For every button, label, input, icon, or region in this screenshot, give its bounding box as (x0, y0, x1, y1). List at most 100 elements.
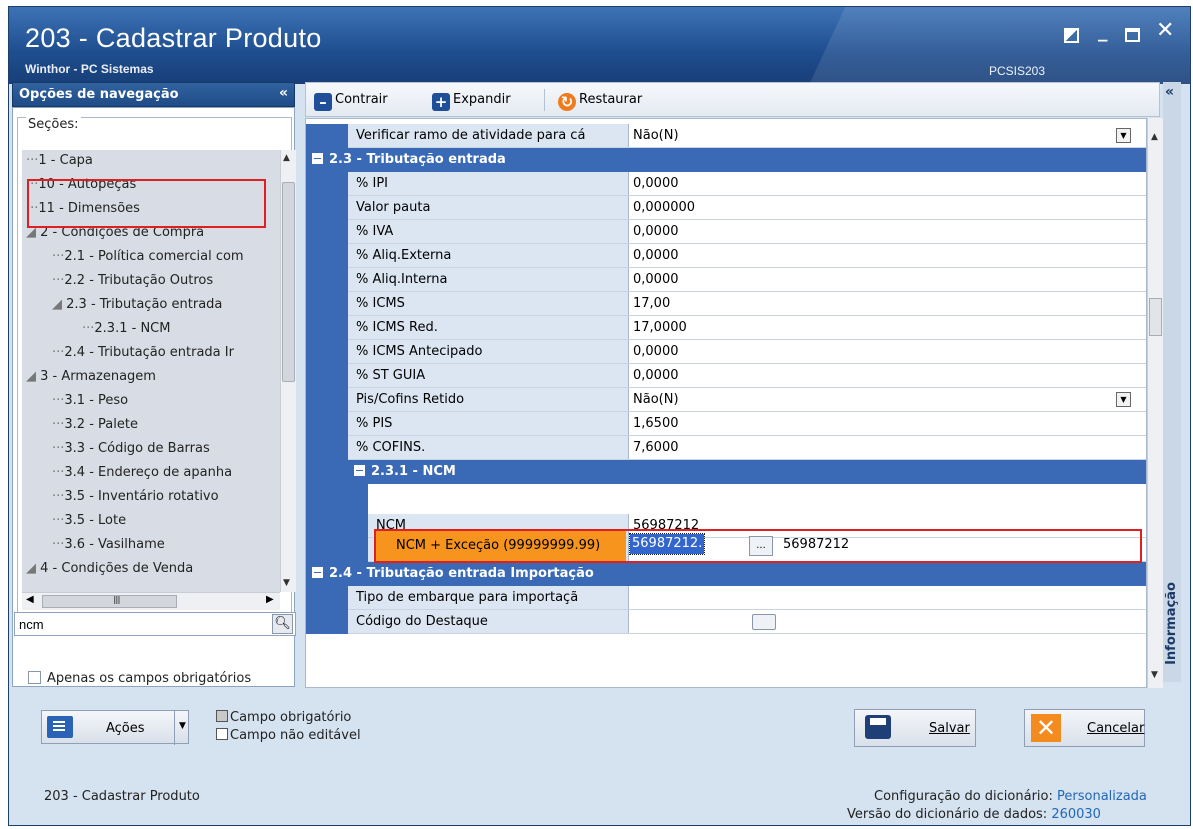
scroll-up-icon[interactable]: ▲ (283, 153, 290, 163)
save-button[interactable]: Salvar (854, 709, 976, 747)
expandir-button[interactable]: + Expandir (432, 92, 511, 111)
tree-vertical-scrollbar[interactable]: ▲ ▼ (280, 150, 296, 592)
row-gutter (306, 292, 348, 316)
property-value[interactable]: Não(N) (628, 388, 1146, 412)
restore-icon: ↻ (558, 93, 576, 111)
tree-item[interactable]: ···3.3 - Código de Barras (52, 438, 210, 460)
property-value[interactable]: 0,0000 (628, 268, 1146, 292)
maximize-button[interactable] (1125, 28, 1140, 42)
dropdown-arrow-icon[interactable]: ▼ (1116, 128, 1131, 143)
acoes-button[interactable]: Ações ▼ (41, 710, 189, 745)
property-label: Pis/Cofins Retido (348, 388, 628, 412)
lookup-button[interactable] (752, 614, 776, 630)
tree-line-icon: ··· (52, 465, 65, 480)
collapse-section-icon[interactable] (312, 153, 323, 164)
tree-line-icon: ··· (52, 273, 65, 288)
tree-item[interactable]: ···2.2 - Tributação Outros (52, 270, 213, 292)
dropdown-arrow-icon[interactable]: ▼ (179, 721, 186, 731)
section-header[interactable]: 2.3.1 - NCM (348, 460, 1146, 484)
property-value[interactable]: 0,0000 (628, 172, 1146, 196)
tree-item-label: 2.3.1 - NCM (94, 321, 171, 336)
window-subtitle: Winthor - PC Sistemas (25, 62, 154, 76)
expanded-arrow-icon[interactable]: ◢ (52, 297, 66, 312)
tree-item[interactable]: ···3.5 - Inventário rotativo (52, 486, 219, 508)
scroll-left-icon[interactable]: ◀ (26, 594, 34, 605)
tree-item-label: 3.6 - Vasilhame (64, 537, 165, 552)
grid-scroll-up-icon[interactable]: ▲ (1151, 132, 1158, 142)
search-icon[interactable]: 🔍︎ (272, 614, 293, 634)
property-value[interactable]: Não(N) (628, 124, 1146, 148)
tree-item[interactable]: ···3.5 - Lote (52, 510, 126, 532)
grid-scroll-down-icon[interactable]: ▼ (1151, 670, 1158, 680)
property-value[interactable]: 0,0000 (628, 364, 1146, 388)
close-button[interactable]: ✕ (1156, 20, 1174, 42)
tree-item-label: 2.4 - Tributação entrada Ir (64, 345, 234, 360)
property-value[interactable]: 0,000000 (628, 196, 1146, 220)
scroll-right-icon[interactable]: ▶ (266, 594, 274, 605)
collapse-section-icon[interactable] (354, 465, 365, 476)
tree-item[interactable]: ···2.3.1 - NCM (82, 318, 170, 340)
tree-item-label: 2.2 - Tributação Outros (64, 273, 214, 288)
property-value[interactable]: 17,00 (628, 292, 1146, 316)
tree-item-label: 2.3 - Tributação entrada (66, 297, 223, 312)
scroll-down-icon[interactable]: ▼ (283, 578, 290, 588)
collapse-nav-icon[interactable]: « (279, 85, 288, 101)
row-gutter (306, 388, 348, 412)
restore-layout-icon[interactable] (1064, 28, 1079, 43)
legend-required-label: Campo obrigatório (230, 710, 352, 725)
tree-item[interactable]: ···3.1 - Peso (52, 390, 128, 412)
config-value[interactable]: Personalizada (1057, 789, 1147, 804)
hscroll-thumb[interactable]: Ⅲ (42, 594, 177, 608)
expanded-arrow-icon[interactable]: ◢ (26, 369, 40, 384)
tree-item-label: 3.4 - Endereço de apanha (64, 465, 233, 480)
minimize-button[interactable]: _ (1098, 21, 1108, 41)
property-value[interactable] (628, 610, 1146, 634)
section-title: 2.3.1 - NCM (371, 464, 456, 479)
tree-item-label: 1 - Capa (38, 153, 93, 168)
tree-item[interactable]: ···2.4 - Tributação entrada Ir (52, 342, 234, 364)
config-label: Configuração do dicionário: (874, 789, 1053, 804)
property-label: % ST GUIA (348, 364, 628, 388)
only-required-checkbox[interactable]: Apenas os campos obrigatórios (28, 671, 251, 686)
property-label: % PIS (348, 412, 628, 436)
row-gutter (306, 538, 368, 562)
scroll-thumb[interactable] (282, 182, 295, 382)
collapse-info-icon[interactable]: « (1165, 84, 1174, 100)
property-value[interactable]: 0,0000 (628, 220, 1146, 244)
plus-icon: + (432, 93, 450, 111)
row-gutter (306, 436, 348, 460)
tree-item[interactable]: ···3.2 - Palete (52, 414, 138, 436)
tree-item[interactable]: ···2.1 - Política comercial com (52, 246, 244, 268)
property-value[interactable]: 1,6500 (628, 412, 1146, 436)
contrair-button[interactable]: – Contrair (314, 92, 388, 111)
property-value[interactable]: 0,0000 (628, 244, 1146, 268)
property-value[interactable]: 17,0000 (628, 316, 1146, 340)
property-value[interactable]: 7,6000 (628, 436, 1146, 460)
grid-scroll-thumb[interactable] (1149, 298, 1162, 336)
property-value[interactable]: 0,0000 (628, 340, 1146, 364)
tree-item[interactable]: ···1 - Capa (26, 150, 93, 172)
info-panel-tab[interactable]: « Informação (1163, 82, 1181, 682)
expanded-arrow-icon[interactable]: ◢ (26, 561, 40, 576)
tree-item[interactable]: ···3.4 - Endereço de apanha (52, 462, 232, 484)
grid-vertical-scrollbar[interactable]: ▲ ▼ (1147, 118, 1163, 688)
routine-code: PCSIS203 (989, 64, 1046, 78)
nav-header: Opções de navegação « (12, 82, 295, 107)
tree-item[interactable]: ◢ 3 - Armazenagem (26, 366, 156, 388)
cancel-button[interactable]: ✕ Cancelar (1024, 709, 1145, 747)
collapse-section-icon[interactable] (312, 567, 323, 578)
tree-item[interactable]: ◢ 4 - Condições de Venda (26, 558, 193, 580)
property-label: % IVA (348, 220, 628, 244)
property-label: Verificar ramo de atividade para cá (348, 124, 628, 148)
dropdown-arrow-icon[interactable]: ▼ (1116, 392, 1131, 407)
search-input[interactable]: ncm (14, 612, 296, 636)
section-header[interactable]: 2.3 - Tributação entrada (306, 148, 1146, 172)
acoes-separator (174, 711, 175, 745)
checkbox-box[interactable] (28, 671, 41, 684)
tree-item[interactable]: ···3.6 - Vasilhame (52, 534, 165, 556)
property-value[interactable] (628, 586, 1146, 610)
restaurar-button[interactable]: ↻ Restaurar (558, 92, 642, 111)
tree-item[interactable]: ◢ 2.3 - Tributação entrada (52, 294, 222, 316)
section-header[interactable]: 2.4 - Tributação entrada Importação (306, 562, 1146, 586)
tree-horizontal-scrollbar[interactable]: ◀ Ⅲ ▶ (22, 592, 280, 610)
